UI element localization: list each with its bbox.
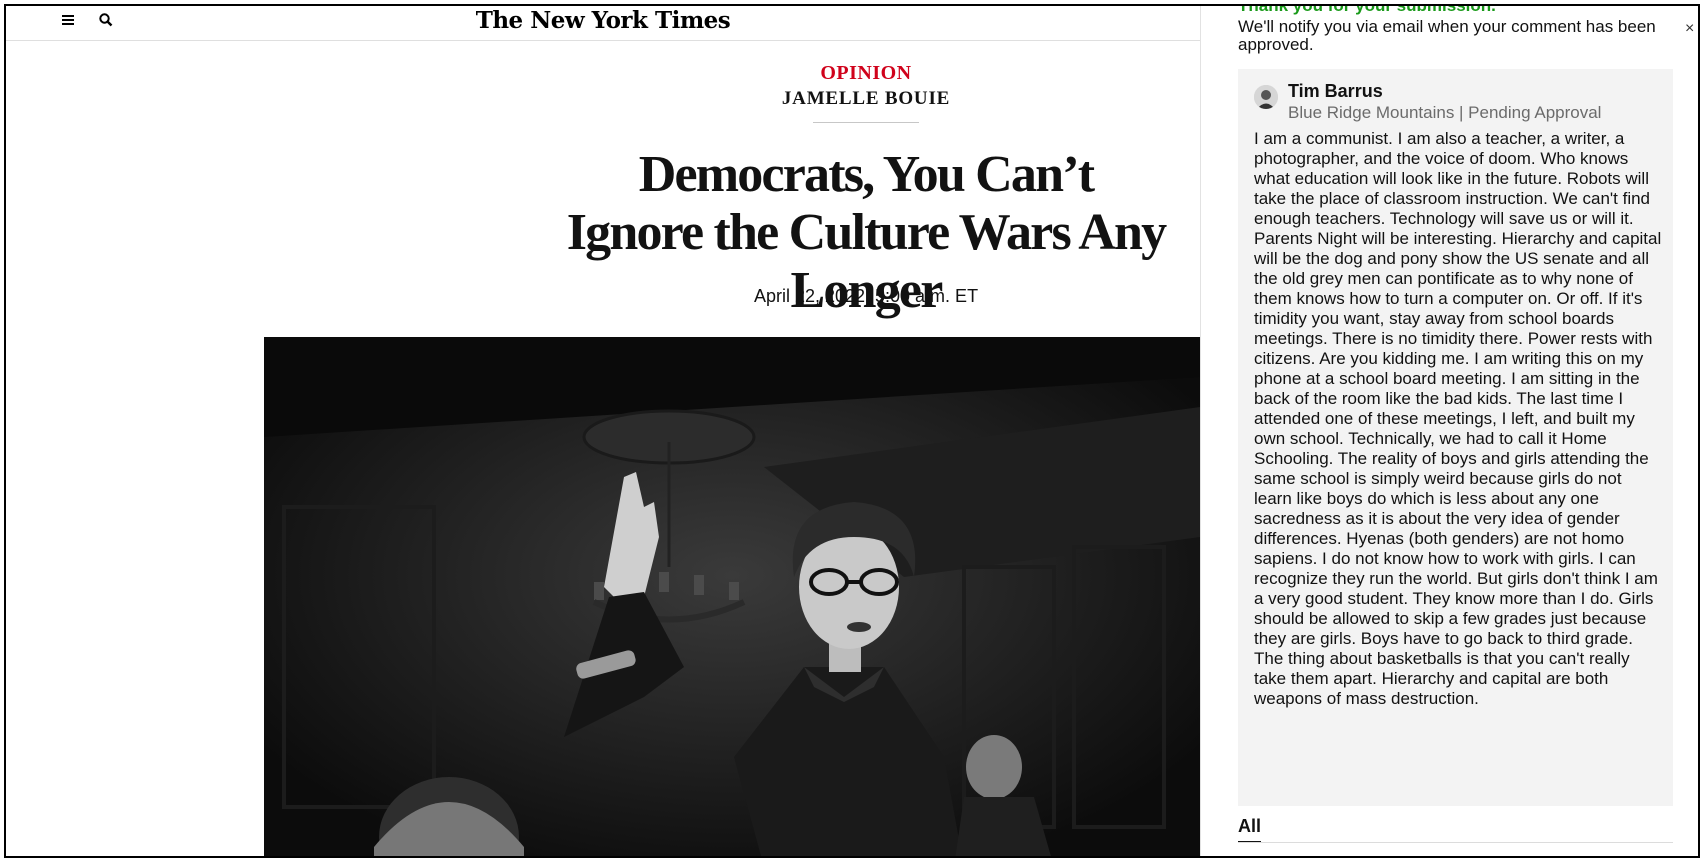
top-navigation-bar: The New York Times: [6, 6, 1200, 41]
comment-body-text: I am a communist. I am also a teacher, a…: [1254, 129, 1662, 708]
submission-confirmation-message: We'll notify you via email when your com…: [1238, 17, 1656, 54]
pending-comment-card: Tim Barrus Blue Ridge Mountains | Pendin…: [1238, 69, 1673, 806]
avatar: [1254, 85, 1278, 109]
tab-all-comments[interactable]: All: [1238, 816, 1262, 843]
comments-panel: Thank you for your submission. We'll not…: [1200, 4, 1698, 856]
tabs-divider: [1238, 842, 1673, 843]
comment-location-status: Blue Ridge Mountains | Pending Approval: [1288, 103, 1602, 122]
header-divider: [813, 122, 919, 123]
browser-viewport: The New York Times OPINION JAMELLE BOUIE…: [4, 4, 1700, 858]
close-icon[interactable]: ×: [1685, 20, 1694, 38]
submission-confirmation-title: Thank you for your submission.: [1238, 4, 1496, 15]
article-lead-photo: [264, 337, 1200, 856]
nyt-masthead-logo[interactable]: The New York Times: [6, 6, 1200, 36]
comment-author-name[interactable]: Tim Barrus: [1288, 81, 1383, 102]
